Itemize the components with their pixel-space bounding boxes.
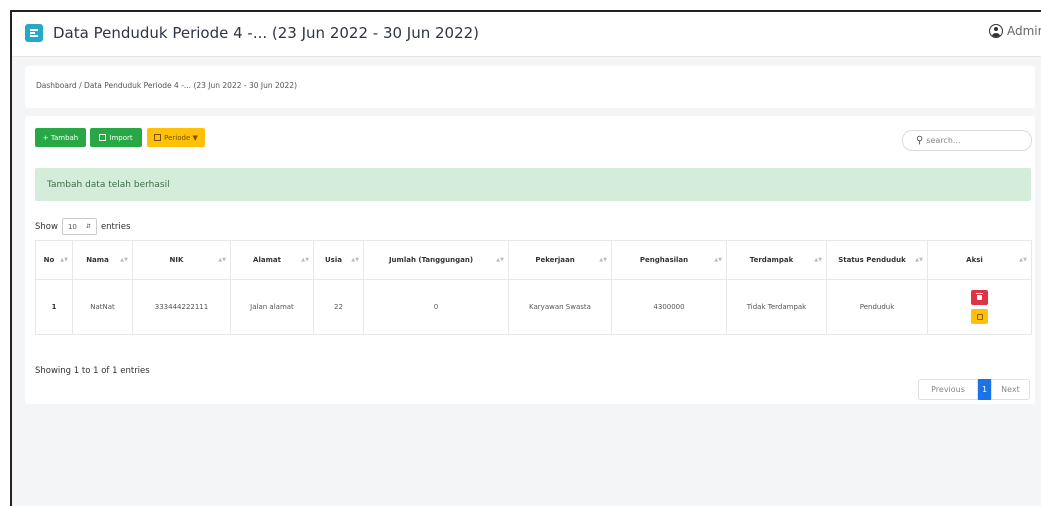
column-header[interactable]: Pekerjaan ▲▼ [508,240,612,280]
period-label: Periode ▼ [164,133,198,142]
edit-button[interactable] [971,309,988,324]
entries-value: 10 [67,222,77,231]
search-input[interactable] [923,136,1023,145]
column-header[interactable]: Nama ▲▼ [72,240,133,280]
sort-icon: ▲▼ [351,257,359,263]
trash-icon [976,293,983,300]
sidebar-toggle-icon[interactable] [25,24,43,42]
page-1-button[interactable]: 1 [978,379,991,400]
sort-icon: ▲▼ [814,257,822,263]
column-header[interactable]: Penghasilan ▲▼ [611,240,727,280]
topbar: Data Penduduk Periode 4 -... (23 Jun 202… [12,12,1041,57]
column-header[interactable]: Usia ▲▼ [313,240,364,280]
select-arrow-icon: ⇵ [85,223,91,230]
cell-nama: NatNat [72,279,133,335]
column-header[interactable]: Alamat ▲▼ [230,240,314,280]
cell-usia: 22 [313,279,364,335]
data-table: No ▲▼ Nama ▲▼ NIK ▲▼ Alamat ▲▼ Usia ▲▼ Jumlah… [35,240,1032,335]
sort-icon: ▲▼ [599,257,607,263]
success-alert: Tambah data telah berhasil [35,168,1031,201]
sort-icon: ▲▼ [60,257,68,263]
column-header[interactable]: Terdampak ▲▼ [726,240,827,280]
import-button[interactable]: Import [90,128,142,147]
edit-icon [976,313,983,320]
user-menu[interactable]: Admin [989,24,1041,38]
cell-pekerjaan: Karyawan Swasta [508,279,612,335]
cell-aksi [927,279,1032,335]
sort-icon: ▲▼ [915,257,923,263]
cell-jumlah: 0 [363,279,509,335]
sort-icon: ▲▼ [714,257,722,263]
search-icon: ⚲ [916,134,924,146]
column-header[interactable]: Jumlah (Tanggungan) ▲▼ [363,240,509,280]
column-header[interactable]: No ▲▼ [35,240,73,280]
search-box[interactable]: ⚲ [902,130,1032,151]
app-frame: Data Penduduk Periode 4 -... (23 Jun 202… [10,10,1041,506]
cell-penghasilan: 4300000 [611,279,727,335]
previous-button[interactable]: Previous [918,379,978,400]
cell-nik: 333444222111 [132,279,231,335]
sort-icon: ▲▼ [301,257,309,263]
column-header[interactable]: NIK ▲▼ [132,240,231,280]
breadcrumb: Dashboard / Data Penduduk Periode 4 -...… [36,81,297,90]
sort-icon: ▲▼ [1019,257,1027,263]
calendar-icon [154,134,162,141]
user-name: Admin [1007,24,1041,38]
add-button[interactable]: + Tambah [35,128,86,147]
period-button[interactable]: Periode ▼ [147,128,205,147]
table-info: Showing 1 to 1 of 1 entries [35,366,150,376]
show-label: Show [35,221,58,232]
import-icon [99,134,107,141]
next-button[interactable]: Next [991,379,1030,400]
main-card: + Tambah Import Periode ▼ ⚲ Tambah data … [25,116,1035,404]
table-header-row: No ▲▼ Nama ▲▼ NIK ▲▼ Alamat ▲▼ Usia ▲▼ Jumlah… [35,240,1032,280]
import-label: Import [109,133,133,142]
cell-alamat: Jalan alamat [230,279,314,335]
pagination: Previous 1 Next [918,379,1030,400]
delete-button[interactable] [971,290,988,305]
cell-terdampak: Tidak Terdampak [726,279,827,335]
column-header[interactable]: Status Penduduk ▲▼ [826,240,928,280]
cell-status: Penduduk [826,279,928,335]
sort-icon: ▲▼ [120,257,128,263]
column-header[interactable]: Aksi ▲▼ [927,240,1032,280]
entries-length: Show 10 ⇵ entries [35,218,130,235]
breadcrumb-card: Dashboard / Data Penduduk Periode 4 -...… [25,66,1035,108]
page-title: Data Penduduk Periode 4 -... (23 Jun 202… [53,24,480,42]
sort-icon: ▲▼ [496,257,504,263]
user-icon [989,24,1003,38]
entries-select[interactable]: 10 ⇵ [61,218,97,235]
table-row: 1 NatNat 333444222111 Jalan alamat 22 0 … [35,279,1032,335]
entries-label: entries [100,221,131,232]
cell-no: 1 [35,279,73,335]
sort-icon: ▲▼ [218,257,226,263]
